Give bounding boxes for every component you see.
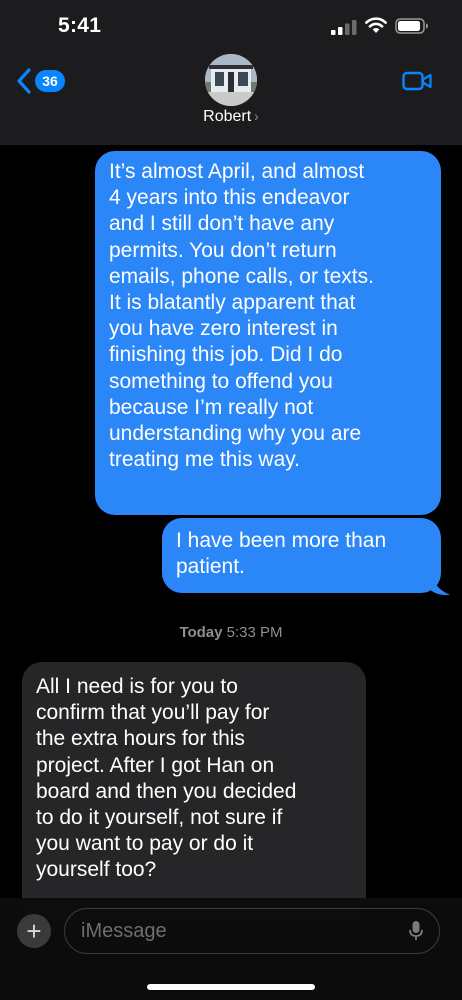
chevron-right-icon: ›: [254, 108, 259, 124]
video-call-icon[interactable]: [402, 70, 432, 92]
sent-message-bubble[interactable]: I have been more than patient.: [162, 518, 441, 593]
contact-name-button[interactable]: Robert ›: [0, 108, 462, 126]
home-indicator[interactable]: [147, 984, 315, 990]
timestamp-time: 5:33 PM: [226, 624, 283, 641]
cellular-signal-icon: [331, 20, 357, 35]
microphone-icon[interactable]: [408, 920, 424, 942]
timestamp-day: Today: [179, 624, 223, 641]
unread-count-badge: 36: [35, 70, 65, 92]
battery-icon: [395, 18, 428, 34]
conversation-header: 5:41 36 Robert ›: [0, 0, 462, 145]
contact-avatar[interactable]: [205, 54, 257, 106]
house-photo-icon: [205, 54, 257, 106]
contact-name: Robert: [203, 108, 252, 125]
bubble-tail: [428, 574, 450, 596]
message-input[interactable]: iMessage: [64, 908, 440, 954]
wifi-icon: [365, 17, 387, 33]
received-message-bubble[interactable]: All I need is for you to confirm that yo…: [22, 662, 366, 922]
message-placeholder: iMessage: [81, 920, 167, 942]
status-bar: 5:41: [0, 0, 462, 50]
message-timestamp: Today 5:33 PM: [0, 624, 462, 641]
back-button[interactable]: 36: [16, 66, 65, 96]
apps-plus-button[interactable]: +: [17, 914, 51, 948]
chevron-left-icon: [17, 68, 31, 94]
status-time: 5:41: [58, 14, 102, 37]
sent-message-bubble[interactable]: It’s almost April, and almost 4 years in…: [95, 151, 441, 515]
